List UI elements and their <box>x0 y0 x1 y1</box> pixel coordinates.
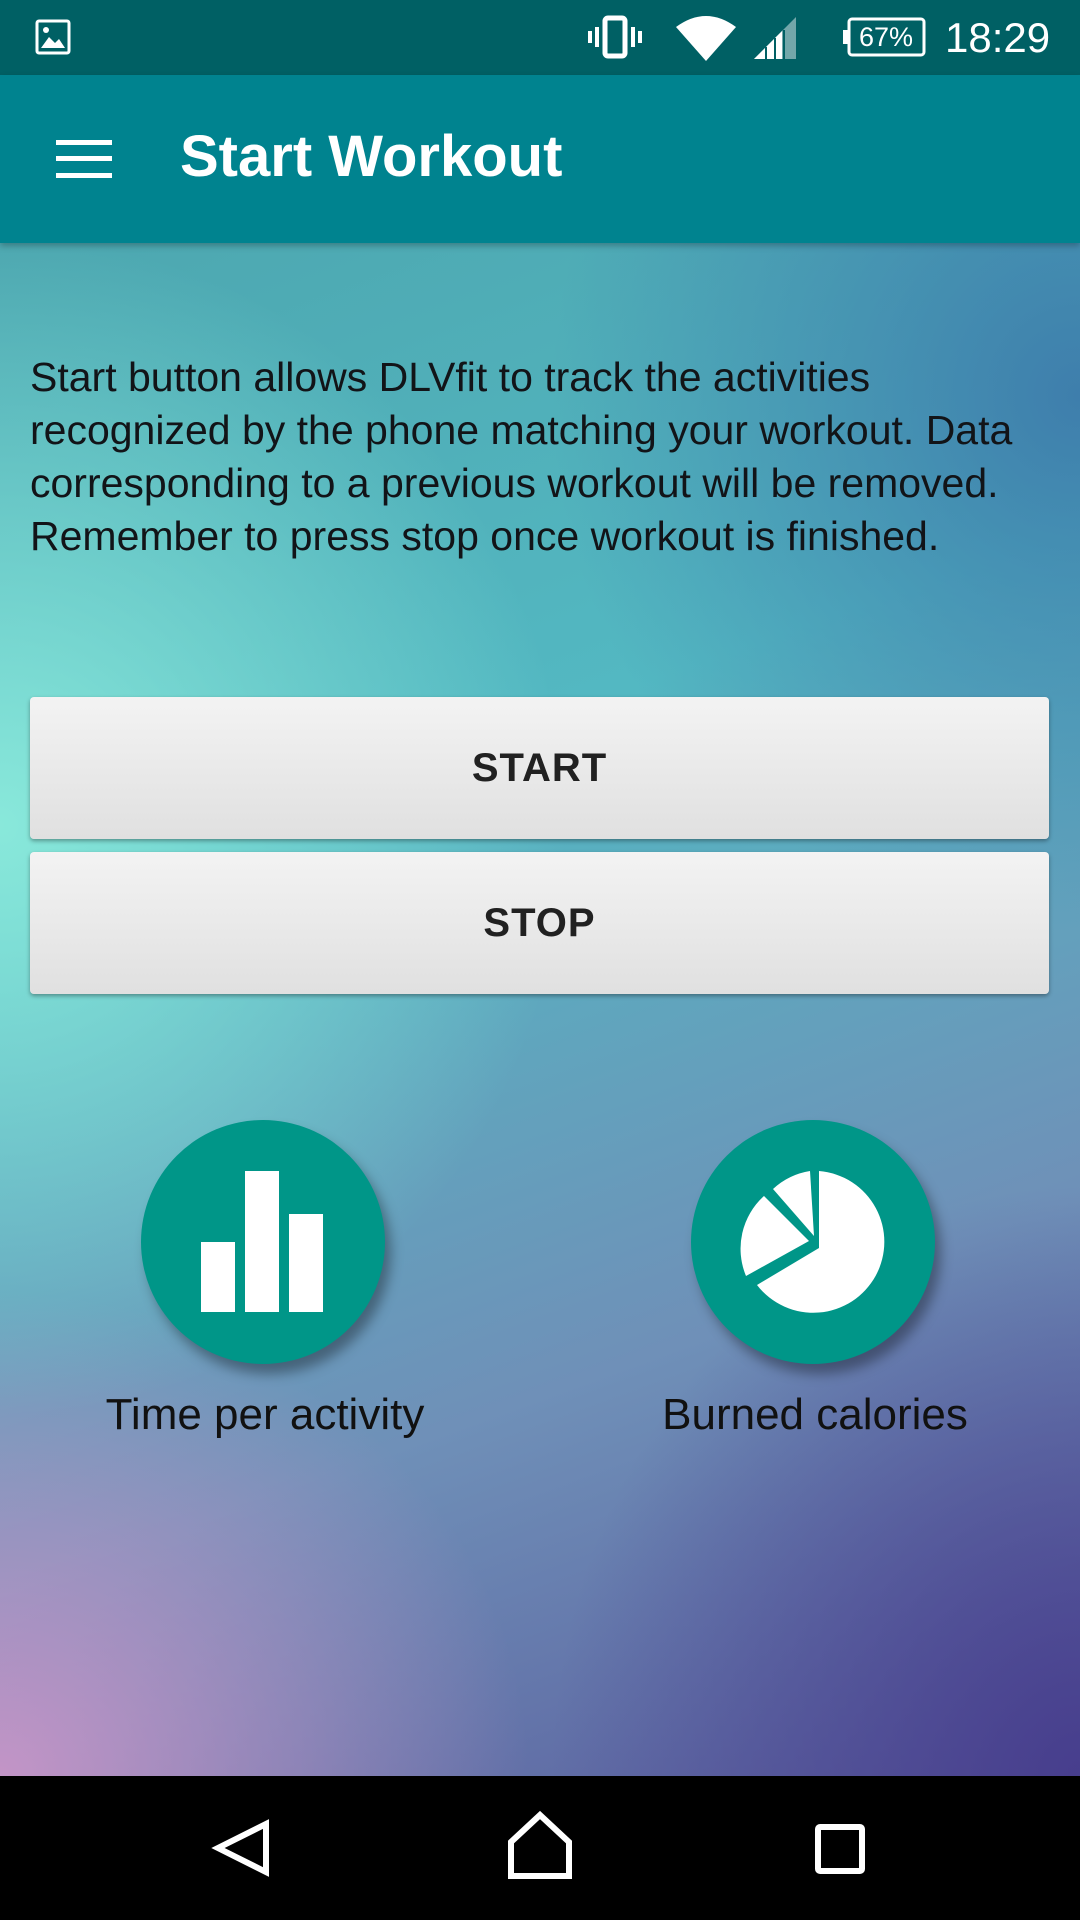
menu-button[interactable] <box>28 107 140 211</box>
time-per-activity-button[interactable] <box>141 1120 385 1364</box>
time-per-activity-shortcut: Time per activity <box>55 1120 475 1460</box>
pie-chart-icon <box>740 1171 885 1313</box>
page-title: Start Workout <box>180 124 563 189</box>
back-button[interactable] <box>180 1798 300 1898</box>
gallery-icon <box>35 19 71 55</box>
menu-icon <box>56 140 112 178</box>
wifi-icon <box>675 13 737 63</box>
back-icon <box>211 1819 269 1877</box>
workout-description: Start button allows DLVfit to track the … <box>30 354 1013 559</box>
burned-calories-shortcut: Burned calories <box>605 1120 1025 1460</box>
recents-icon <box>815 1824 865 1874</box>
burned-calories-label: Burned calories <box>662 1390 968 1439</box>
burned-calories-button[interactable] <box>691 1120 935 1364</box>
battery-level: 67% <box>858 22 914 52</box>
stop-button[interactable]: STOP <box>30 852 1049 994</box>
recents-button[interactable] <box>780 1798 900 1898</box>
home-icon <box>508 1810 572 1879</box>
vibrate-icon <box>587 15 643 59</box>
navigation-bar <box>0 1776 1080 1920</box>
start-button[interactable]: START <box>30 697 1049 839</box>
status-bar: 67% 18:29 <box>0 0 1080 75</box>
app-bar: Start Workout <box>0 75 1080 243</box>
main-content: Start button allows DLVfit to track the … <box>0 243 1080 1776</box>
bar-chart-icon <box>201 1171 323 1312</box>
signal-icon <box>752 16 798 60</box>
time-per-activity-label: Time per activity <box>105 1390 425 1439</box>
home-button[interactable] <box>480 1798 600 1898</box>
status-time: 18:29 <box>945 14 1051 61</box>
